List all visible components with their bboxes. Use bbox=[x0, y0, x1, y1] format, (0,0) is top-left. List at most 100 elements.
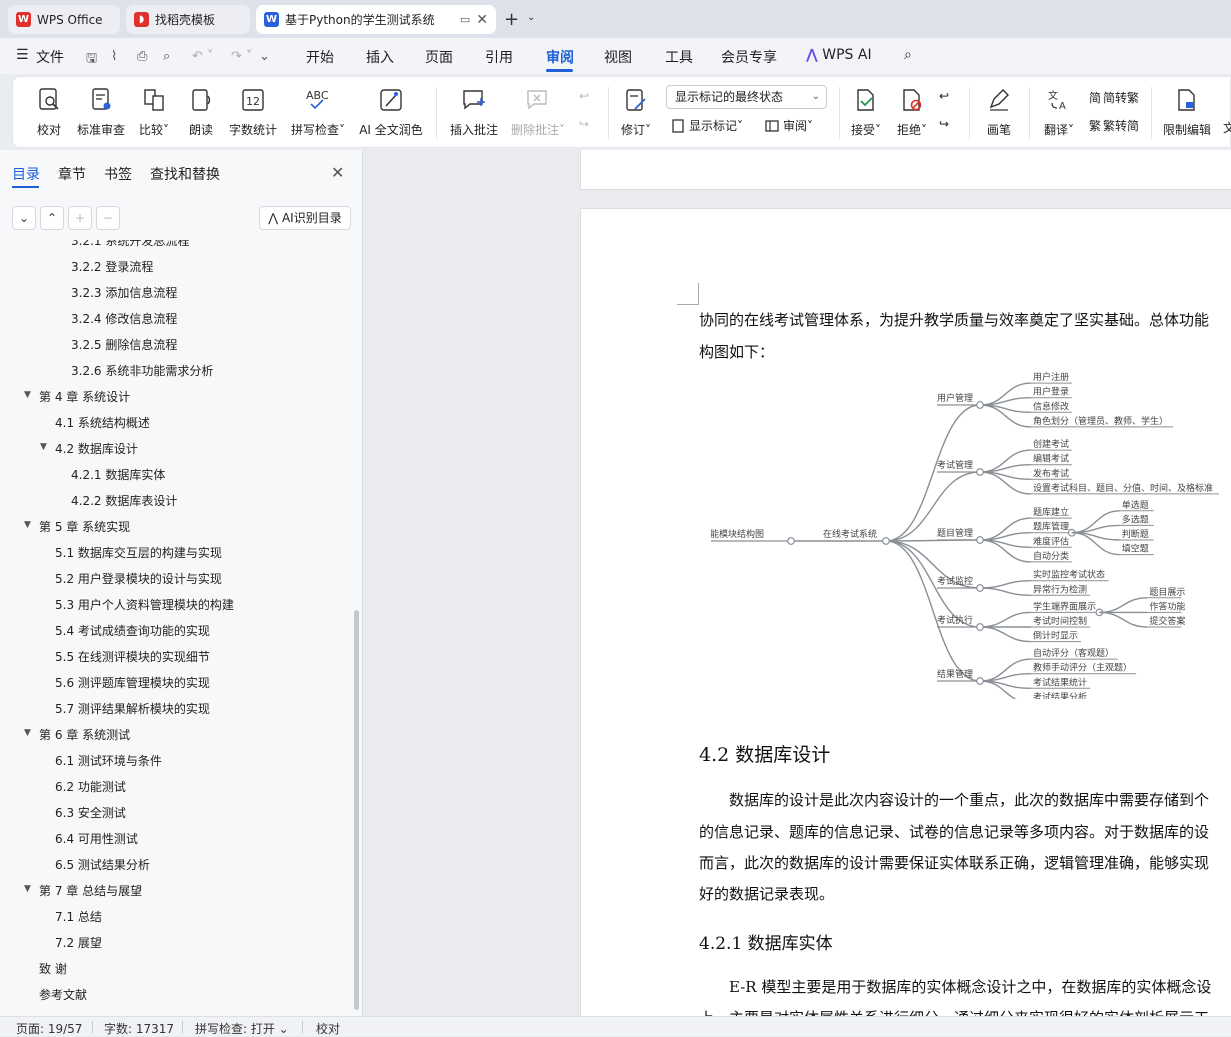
toc-item[interactable]: 参考文献 bbox=[39, 986, 87, 1003]
menu-file[interactable]: 文件 bbox=[36, 47, 64, 67]
redo-icon[interactable]: ↷ ˅ bbox=[231, 49, 253, 64]
toc-item[interactable]: 6.4 可用性测试 bbox=[55, 830, 138, 847]
restrict-edit-button[interactable]: 限制编辑 bbox=[1161, 77, 1213, 149]
tab-document[interactable]: W 基于Python的学生测试系统 ▭ ✕ bbox=[256, 5, 496, 34]
toc-item[interactable]: 第 5 章 系统实现 bbox=[39, 518, 130, 535]
compare-button[interactable]: 比较˅ bbox=[135, 77, 173, 149]
caret-down-icon[interactable]: ▼ bbox=[24, 390, 31, 400]
tab-chapter[interactable]: 章节 bbox=[58, 164, 86, 184]
new-tab-icon[interactable]: + bbox=[504, 9, 519, 30]
close-icon[interactable]: ✕ bbox=[331, 163, 344, 182]
menu-insert[interactable]: 插入 bbox=[366, 47, 394, 67]
toc-item[interactable]: 5.3 用户个人资料管理模块的构建 bbox=[55, 596, 234, 613]
toc-item[interactable]: 5.5 在线测评模块的实现细节 bbox=[55, 648, 210, 665]
doc-more-button[interactable]: 文 bbox=[1223, 119, 1231, 136]
collapse-up-icon[interactable]: ⌃ bbox=[40, 206, 64, 230]
menu-wps-ai[interactable]: ⋀ WPS AI bbox=[806, 47, 872, 63]
save-icon[interactable]: 🖫 bbox=[86, 49, 97, 71]
quick-access-more-icon[interactable]: ⌄ bbox=[259, 49, 270, 64]
menu-review[interactable]: 审阅 bbox=[546, 47, 574, 67]
tab-toc[interactable]: 目录 bbox=[12, 164, 40, 184]
word-count-button[interactable]: 12 字数统计 bbox=[225, 77, 281, 149]
translate-button[interactable]: 文A 翻译˅ bbox=[1039, 77, 1079, 149]
menu-view[interactable]: 视图 bbox=[604, 47, 632, 67]
toc-item[interactable]: 5.4 考试成绩查询功能的实现 bbox=[55, 622, 210, 639]
expand-down-icon[interactable]: ⌄ bbox=[12, 206, 36, 230]
toc-item[interactable]: 4.2.1 数据库实体 bbox=[71, 466, 165, 483]
menu-tools[interactable]: 工具 bbox=[665, 47, 693, 67]
insert-comment-button[interactable]: 插入批注 bbox=[447, 77, 501, 149]
std-review-button[interactable]: 标准审查 bbox=[75, 77, 127, 149]
toc-item[interactable]: 3.2.2 登录流程 bbox=[71, 258, 153, 275]
prev-change-icon[interactable]: ↩ bbox=[939, 89, 949, 103]
toc-item[interactable]: 5.7 测评结果解析模块的实现 bbox=[55, 700, 210, 717]
toc-item[interactable]: 4.2 数据库设计 bbox=[55, 440, 138, 457]
toc-item[interactable]: 第 7 章 总结与展望 bbox=[39, 882, 142, 899]
monitor-icon[interactable]: ▭ bbox=[460, 13, 470, 26]
sidebar-scrollbar[interactable] bbox=[354, 610, 359, 1010]
accept-button[interactable]: 接受˅ bbox=[847, 77, 885, 149]
menu-page[interactable]: 页面 bbox=[425, 47, 453, 67]
toc-item[interactable]: 6.5 测试结果分析 bbox=[55, 856, 150, 873]
hamburger-icon[interactable]: ☰ bbox=[16, 47, 29, 63]
tab-bookmark[interactable]: 书签 bbox=[104, 164, 132, 184]
toc-item[interactable]: 5.6 测评题库管理模块的实现 bbox=[55, 674, 210, 691]
review-pane-button[interactable]: 审阅 ˅ bbox=[765, 117, 813, 134]
print-preview-icon[interactable]: ⌕ bbox=[163, 49, 170, 64]
toc-item[interactable]: 4.2.2 数据库表设计 bbox=[71, 492, 177, 509]
toc-item[interactable]: 3.2.4 修改信息流程 bbox=[71, 310, 177, 327]
to-simplified-button[interactable]: 繁繁转简 bbox=[1089, 117, 1139, 134]
chevron-down-icon[interactable]: ⌄ bbox=[527, 12, 535, 23]
search-icon[interactable]: ⌕ bbox=[904, 47, 912, 63]
menu-reference[interactable]: 引用 bbox=[485, 47, 513, 67]
undo-icon[interactable]: ↶ ˅ bbox=[192, 49, 214, 64]
menu-start[interactable]: 开始 bbox=[306, 47, 334, 67]
toc-item[interactable]: 第 4 章 系统设计 bbox=[39, 388, 130, 405]
caret-down-icon[interactable]: ▼ bbox=[24, 884, 31, 894]
toc-item[interactable]: 3.2.5 删除信息流程 bbox=[71, 336, 177, 353]
caret-down-icon[interactable]: ▼ bbox=[40, 442, 47, 452]
toc-item[interactable]: 4.1 系统结构概述 bbox=[55, 414, 150, 431]
page-indicator[interactable]: 页面: 19/57 bbox=[16, 1020, 82, 1037]
toc-item[interactable]: 5.2 用户登录模块的设计与实现 bbox=[55, 570, 222, 587]
toc-item[interactable]: 3.2.3 添加信息流程 bbox=[71, 284, 177, 301]
tab-templates[interactable]: ◗ 找稻壳模板 bbox=[126, 5, 250, 34]
toc-item[interactable]: 6.3 安全测试 bbox=[55, 804, 126, 821]
add-heading-icon[interactable]: + bbox=[68, 206, 92, 230]
menu-vip[interactable]: 会员专享 bbox=[721, 47, 777, 67]
toc-item[interactable]: 7.1 总结 bbox=[55, 908, 102, 925]
spell-check-status[interactable]: 拼写检查: 打开 ⌄ bbox=[195, 1020, 289, 1037]
ai-polish-button[interactable]: AI 全文润色 bbox=[357, 77, 425, 149]
toc-item[interactable]: 3.2.6 系统非功能需求分析 bbox=[71, 362, 213, 379]
delete-comment-button[interactable]: 删除批注˅ bbox=[507, 77, 569, 149]
toc-item[interactable]: 6.2 功能测试 bbox=[55, 778, 126, 795]
show-markup-button[interactable]: 显示标记 ˅ bbox=[671, 117, 743, 134]
next-comment-icon[interactable]: ↪ bbox=[579, 117, 589, 131]
to-traditional-button[interactable]: 简简转繁 bbox=[1089, 89, 1139, 106]
read-aloud-button[interactable]: 朗读 bbox=[183, 77, 219, 149]
ai-toc-button[interactable]: ⋀ AI识别目录 bbox=[259, 206, 351, 230]
next-change-icon[interactable]: ↪ bbox=[939, 117, 949, 131]
toc-item[interactable]: 5.1 数据库交互层的构建与实现 bbox=[55, 544, 222, 561]
caret-down-icon[interactable]: ▼ bbox=[24, 520, 31, 530]
close-tab-icon[interactable]: ✕ bbox=[476, 12, 488, 28]
tab-wps-office[interactable]: W WPS Office bbox=[8, 5, 120, 34]
proofread-status[interactable]: 校对 bbox=[316, 1020, 340, 1037]
spell-check-button[interactable]: ABC 拼写检查˅ bbox=[287, 77, 349, 149]
proofread-button[interactable]: 校对 bbox=[31, 77, 67, 149]
remove-heading-icon[interactable]: − bbox=[96, 206, 120, 230]
markup-mode-select[interactable]: 显示标记的最终状态 ⌄ bbox=[666, 85, 827, 109]
caret-down-icon[interactable]: ▼ bbox=[24, 728, 31, 738]
word-count[interactable]: 字数: 17317 bbox=[104, 1020, 174, 1037]
toc-item[interactable]: 3.2.1 系统开发总流程 bbox=[71, 240, 189, 249]
prev-comment-icon[interactable]: ↩ bbox=[579, 89, 589, 103]
pen-button[interactable]: 画笔 bbox=[981, 77, 1017, 149]
format-paint-icon[interactable]: ⌇ bbox=[111, 49, 117, 64]
tab-find-replace[interactable]: 查找和替换 bbox=[150, 164, 220, 184]
toc-item[interactable]: 7.2 展望 bbox=[55, 934, 102, 951]
toc-item[interactable]: 6.1 测试环境与条件 bbox=[55, 752, 162, 769]
toc-item[interactable]: 致 谢 bbox=[39, 960, 67, 977]
reject-button[interactable]: 拒绝˅ bbox=[893, 77, 931, 149]
print-icon[interactable]: ⎙ bbox=[137, 49, 147, 64]
track-changes-button[interactable]: 修订˅ bbox=[615, 77, 657, 149]
